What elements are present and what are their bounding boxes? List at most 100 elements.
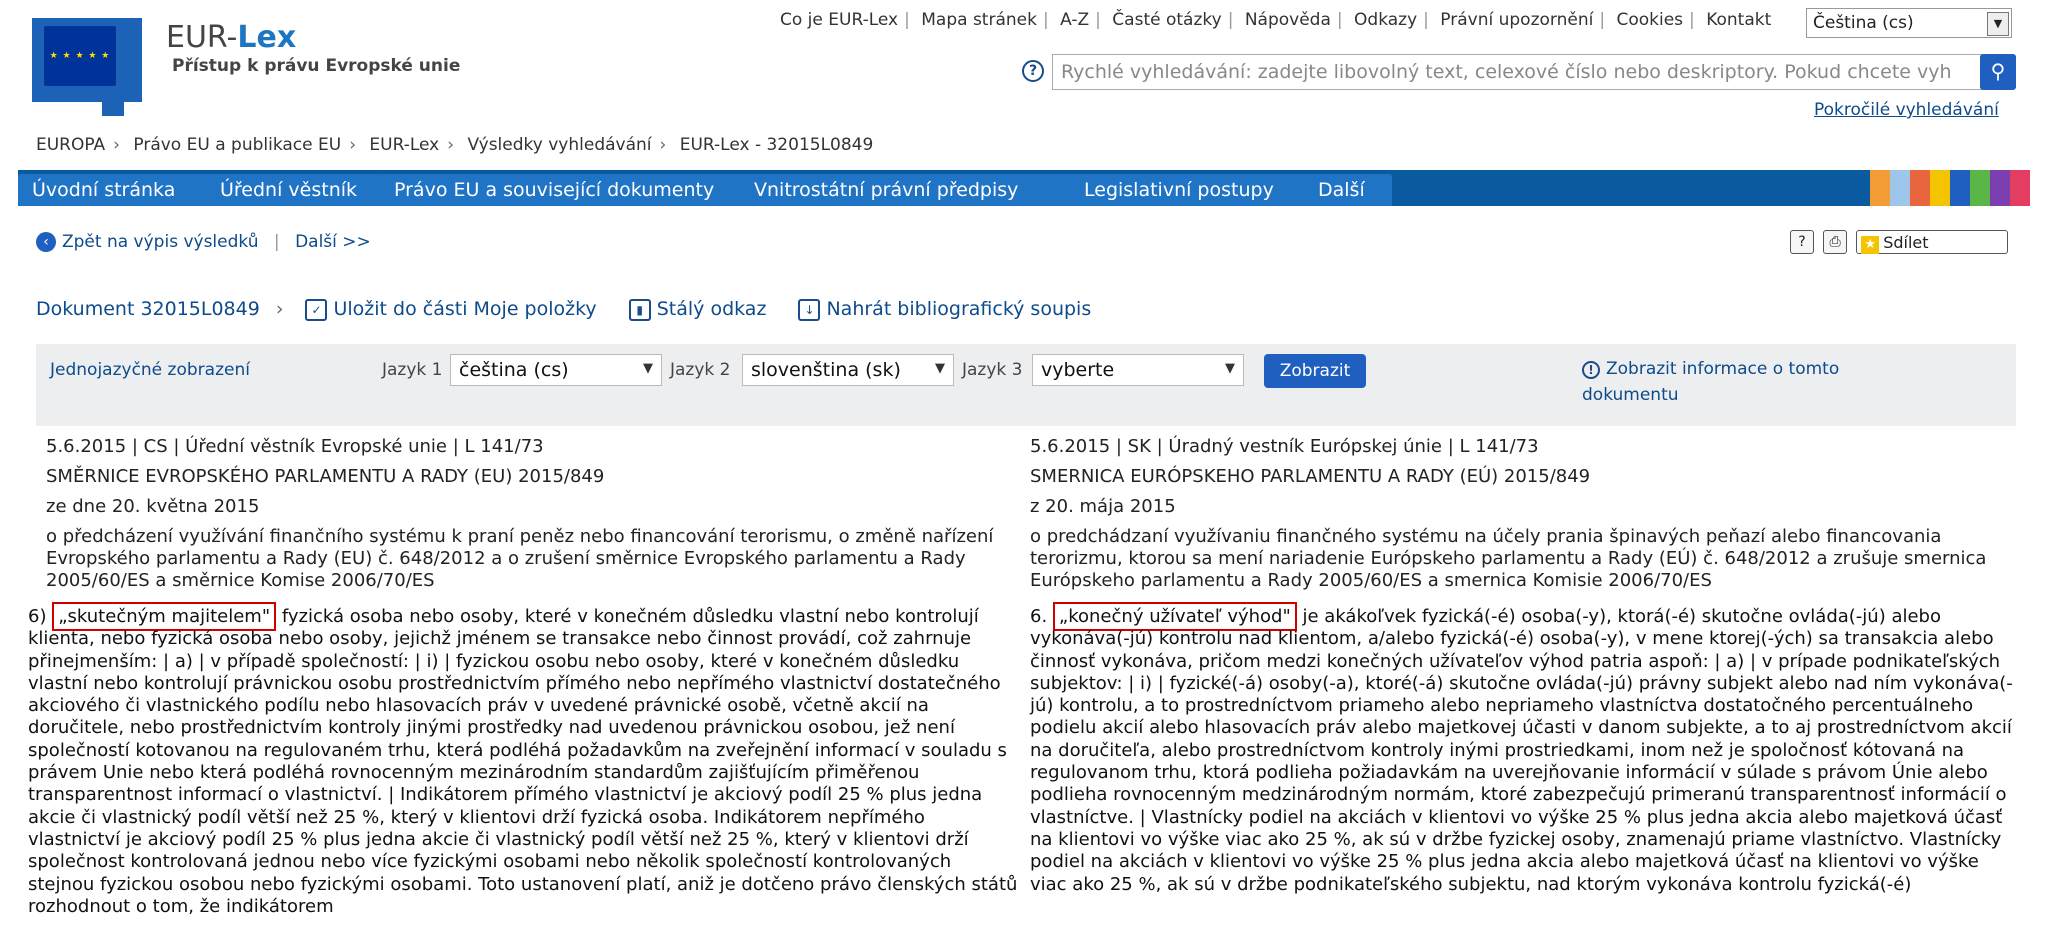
cs-body-number: 6) [28, 606, 53, 627]
document-info-link[interactable]: ! Zobrazit informace o tomto dokumentu [1582, 356, 1882, 408]
main-nav: Úvodní stránka Úřední věstník Právo EU a… [18, 170, 2030, 206]
language-select[interactable]: Čeština (cs) ▼ [1806, 8, 2012, 38]
cs-date: ze dne 20. května 2015 [46, 496, 260, 517]
help-icon[interactable]: ? [1022, 60, 1044, 82]
sk-highlighted-term: „konečný užívateľ výhod" [1052, 602, 1297, 631]
tab-national-law[interactable]: Vnitrostátní právní předpisy [740, 174, 1082, 206]
permalink-label: Stálý odkaz [656, 298, 767, 320]
toplink-help[interactable]: Nápověda [1245, 10, 1331, 30]
toplink-faq[interactable]: Časté otázky [1112, 10, 1221, 30]
save-label: Uložit do části Moje položky [333, 298, 597, 320]
lang2-label: Jazyk 2 [670, 360, 731, 380]
arrow-left-icon: ‹ [36, 232, 56, 252]
breadcrumb-item-europa[interactable]: EUROPA [36, 135, 105, 155]
chevron-down-icon: ▼ [1225, 361, 1235, 376]
column-cs: 5.6.2015 | CS | Úřední věstník Evropské … [46, 436, 1006, 602]
document-info-label: Zobrazit informace o tomto dokumentu [1582, 359, 1840, 405]
save-to-my-items[interactable]: ✓ Uložit do části Moje položky [305, 298, 597, 321]
search-icon: ⚲ [1990, 59, 2006, 83]
page-tools: ? ⎙ ★ Sdílet [1790, 230, 2009, 254]
breadcrumb-item-eurlex[interactable]: EUR-Lex [369, 135, 439, 155]
eu-stars-icon: ★ ★ ★ ★ ★ [49, 51, 111, 61]
sk-title: SMERNICA EURÓPSKEHO PARLAMENTU A RADY (E… [1030, 466, 1591, 487]
color-bar [1930, 170, 1950, 206]
logo-tab [102, 94, 124, 116]
chevron-down-icon: ▼ [935, 361, 945, 376]
download-bibliographic[interactable]: ↓ Nahrát bibliografický soupis [798, 298, 1092, 321]
toplink-sitemap[interactable]: Mapa stránek [921, 10, 1037, 30]
toplink-links[interactable]: Odkazy [1354, 10, 1417, 30]
sk-subject: o predchádzaní využívaniu finančného sys… [1030, 526, 1987, 591]
color-bar [1950, 170, 1970, 206]
language-bar: Jednojazyčné zobrazení Jazyk 1 čeština (… [36, 344, 2016, 426]
cs-body-paragraph: 6) „skutečným majitelem" fyzická osoba n… [28, 602, 1018, 918]
lang1-label: Jazyk 1 [382, 360, 443, 380]
chevron-down-icon: ▼ [643, 361, 653, 376]
brand-lex: Lex [237, 20, 297, 55]
tab-eu-law[interactable]: Právo EU a související dokumenty [380, 174, 752, 206]
help-icon[interactable]: ? [1790, 230, 1814, 254]
breadcrumb-item-eu-law[interactable]: Právo EU a publikace EU [133, 135, 341, 155]
back-to-results[interactable]: ‹ Zpět na výpis výsledků | Další >> [36, 232, 371, 252]
color-bar [2010, 170, 2030, 206]
toplink-about[interactable]: Co je EUR-Lex [780, 10, 898, 30]
monolingual-view-link[interactable]: Jednojazyčné zobrazení [50, 360, 250, 380]
show-button[interactable]: Zobrazit [1264, 354, 1366, 388]
search-button[interactable]: ⚲ [1980, 54, 2016, 90]
download-icon: ↓ [798, 298, 821, 321]
chevron-down-icon: ▼ [1987, 12, 2009, 36]
sk-body-text: je akákoľvek fyzická(-é) osoba(-y), ktor… [1030, 606, 2013, 895]
sk-date: z 20. mája 2015 [1030, 496, 1176, 517]
lang1-select[interactable]: čeština (cs) ▼ [450, 354, 662, 386]
lang3-label: Jazyk 3 [962, 360, 1023, 380]
document-actions: Dokument 32015L0849 › ✓ Uložit do části Mo… [36, 298, 1092, 321]
brand-name[interactable]: EUR-Lex [166, 20, 296, 55]
share-label: Sdílet [1883, 233, 1929, 252]
top-links: Co je EUR-Lex | Mapa stránek | A-Z | Časté … [780, 10, 1772, 30]
color-bar [1910, 170, 1930, 206]
lang2-select[interactable]: slovenština (sk) ▼ [742, 354, 954, 386]
toplink-legal-notice[interactable]: Právní upozornění [1440, 10, 1593, 30]
tab-home[interactable]: Úvodní stránka [18, 174, 214, 206]
download-label: Nahrát bibliografický soupis [826, 298, 1092, 320]
cs-subject: o předcházení využívání finančního systé… [46, 526, 994, 591]
color-bar [1970, 170, 1990, 206]
lang3-select[interactable]: vyberte ▼ [1032, 354, 1244, 386]
document-id: Dokument 32015L0849 [36, 298, 260, 320]
tab-official-journal[interactable]: Úřední věstník [206, 174, 390, 206]
breadcrumb: EUROPA › Právo EU a publikace EU › EUR-Lex… [36, 135, 874, 155]
tab-legislative-procedures[interactable]: Legislativní postupy [1070, 174, 1316, 206]
back-to-results-label: Zpět na výpis výsledků [62, 232, 259, 252]
breadcrumb-item-search-results[interactable]: Výsledky vyhledávání [467, 135, 651, 155]
tab-more[interactable]: Další [1304, 174, 1392, 206]
cs-body-text: fyzická osoba nebo osoby, které v konečn… [28, 606, 1018, 917]
search-input[interactable]: Rychlé vyhledávání: zadejte libovolný te… [1052, 54, 1982, 90]
bookmark-icon: ▮ [628, 298, 651, 321]
share-button[interactable]: ★ Sdílet [1856, 230, 2009, 254]
sk-meta: 5.6.2015 | SK | Úradný vestník Európskej… [1030, 436, 1539, 457]
eu-flag-logo[interactable]: ★ ★ ★ ★ ★ [32, 18, 142, 116]
color-bar [1990, 170, 2010, 206]
next-link[interactable]: Další >> [295, 232, 371, 252]
advanced-search-link[interactable]: Pokročilé vyhledávání [1814, 100, 1999, 120]
print-icon[interactable]: ⎙ [1823, 230, 1848, 254]
cs-title: SMĚRNICE EVROPSKÉHO PARLAMENTU A RADY (E… [46, 466, 605, 487]
info-icon: ! [1582, 361, 1600, 379]
lang2-value: slovenština (sk) [751, 359, 901, 381]
breadcrumb-item-current: EUR-Lex - 32015L0849 [679, 135, 874, 155]
toplink-az[interactable]: A-Z [1060, 10, 1089, 30]
language-select-value: Čeština (cs) [1813, 13, 1914, 33]
lang1-value: čeština (cs) [459, 359, 569, 381]
toplink-contact[interactable]: Kontakt [1706, 10, 1771, 30]
color-bar [1870, 170, 1890, 206]
toplink-cookies[interactable]: Cookies [1616, 10, 1683, 30]
permalink[interactable]: ▮ Stálý odkaz [628, 298, 767, 321]
save-icon: ✓ [305, 298, 328, 321]
brand-subtitle: Přístup k právu Evropské unie [172, 56, 461, 76]
brand-eur: EUR- [166, 20, 238, 55]
star-icon: ★ [1861, 236, 1880, 254]
sk-body-paragraph: 6. „konečný užívateľ výhod" je akákoľvek… [1030, 602, 2020, 896]
cs-highlighted-term: „skutečným majitelem" [52, 602, 277, 631]
color-bar [1890, 170, 1910, 206]
color-bars [1870, 170, 2030, 206]
